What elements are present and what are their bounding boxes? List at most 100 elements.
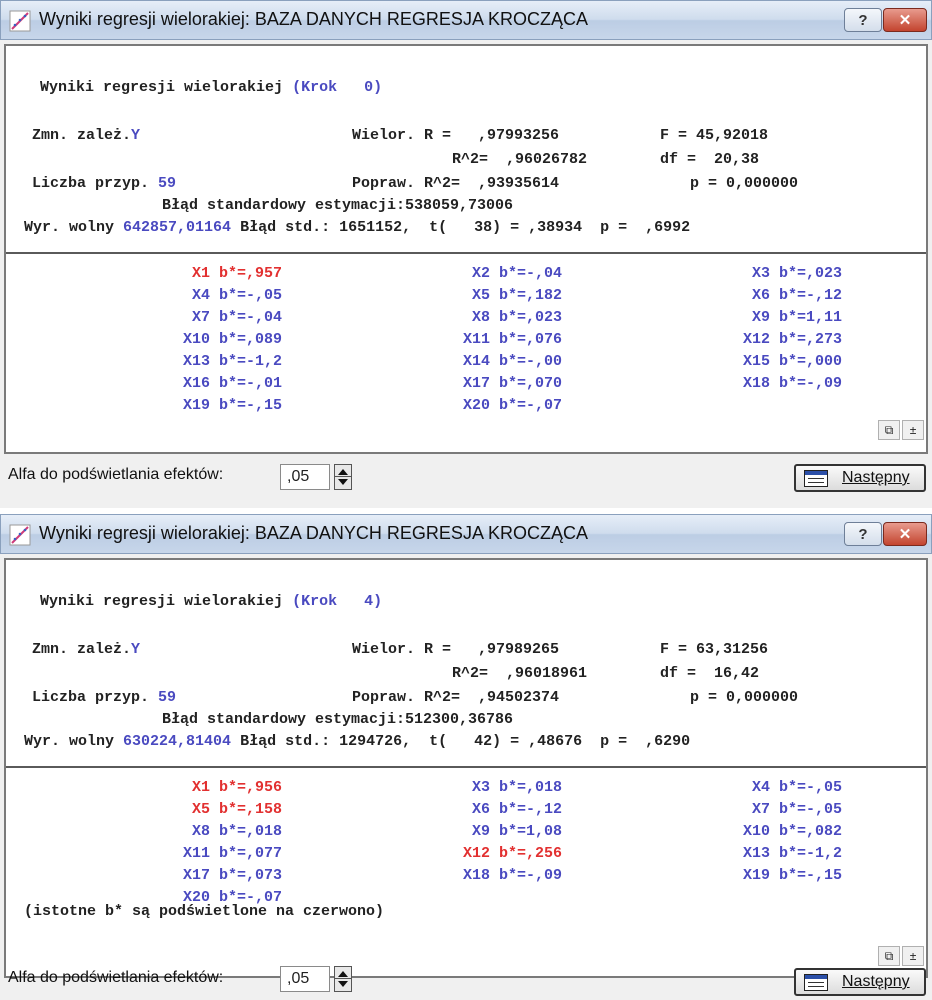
next-button[interactable]: Następny bbox=[794, 968, 926, 996]
alpha-label: Alfa do podświetlania efektów: bbox=[8, 466, 224, 483]
coefficient-x6: X6 b*=-,12 bbox=[751, 287, 842, 304]
chart-app-icon bbox=[9, 10, 31, 32]
spin-down-icon[interactable] bbox=[338, 981, 348, 987]
case-count: Liczba przyp. 59 bbox=[32, 174, 176, 194]
section-divider bbox=[6, 766, 926, 768]
close-button[interactable]: ✕ bbox=[883, 8, 927, 32]
next-button-label: Następny bbox=[842, 973, 910, 990]
expand-icon[interactable]: ± bbox=[902, 946, 924, 966]
alpha-spinner[interactable] bbox=[334, 464, 352, 490]
coefficient-x5: X5 b*=,182 bbox=[471, 287, 562, 304]
expand-icon[interactable]: ± bbox=[902, 420, 924, 440]
results-heading: Wyniki regresji wielorakiej (Krok 4) bbox=[40, 592, 382, 612]
spin-divider bbox=[335, 978, 351, 979]
coefficient-x3: X3 b*=,018 bbox=[471, 779, 562, 796]
coefficient-x18: X18 b*=-,09 bbox=[462, 867, 562, 884]
coefficient-x9: X9 b*=1,08 bbox=[471, 823, 562, 840]
intercept-row: Wyr. wolny 630224,81404 Błąd std.: 12947… bbox=[24, 732, 690, 752]
spin-up-icon[interactable] bbox=[338, 971, 348, 977]
coefficient-x20: X20 b*=-,07 bbox=[182, 889, 282, 906]
dependent-variable-label: Zmn. zależ. bbox=[32, 127, 132, 144]
heading-step: (Krok 4) bbox=[292, 593, 383, 610]
coefficient-x13: X13 b*=-1,2 bbox=[182, 353, 282, 370]
r-squared: R^2= ,96026782 bbox=[452, 151, 588, 168]
coefficient-x16: X16 b*=-,01 bbox=[182, 375, 282, 392]
coefficient-x13: X13 b*=-1,2 bbox=[742, 845, 842, 862]
dependent-variable: Zmn. zależ.Y bbox=[32, 640, 140, 660]
table-icon bbox=[804, 974, 828, 991]
r-squared: R^2= ,96018961 bbox=[452, 665, 588, 682]
coefficient-x18: X18 b*=-,09 bbox=[742, 375, 842, 392]
standard-error-of-estimate: Błąd standardowy estymacji:512300,36786 bbox=[162, 711, 514, 728]
coefficient-x11: X11 b*=,077 bbox=[182, 845, 282, 862]
adjusted-r-squared: Popraw. R^2= ,93935614 bbox=[352, 175, 560, 192]
coefficient-x10: X10 b*=,089 bbox=[182, 331, 282, 348]
heading-label: Wyniki regresji wielorakiej bbox=[40, 79, 284, 96]
case-count-label: Liczba przyp. bbox=[32, 689, 150, 706]
coefficient-x20: X20 b*=-,07 bbox=[462, 397, 562, 414]
intercept-row: Wyr. wolny 642857,01164 Błąd std.: 16511… bbox=[24, 218, 690, 238]
case-count-value: 59 bbox=[158, 175, 177, 192]
case-count-value: 59 bbox=[158, 689, 177, 706]
coefficient-x7: X7 b*=-,04 bbox=[191, 309, 282, 326]
alpha-spinner[interactable] bbox=[334, 966, 352, 992]
p-value: p = 0,000000 bbox=[690, 689, 799, 706]
coefficient-x9: X9 b*=1,11 bbox=[751, 309, 842, 326]
p-value: p = 0,000000 bbox=[690, 175, 799, 192]
next-button[interactable]: Następny bbox=[794, 464, 926, 492]
dependent-variable: Zmn. zależ.Y bbox=[32, 126, 140, 146]
copy-icon[interactable]: ⧉ bbox=[878, 420, 900, 440]
coefficient-x12: X12 b*=,256 bbox=[462, 845, 562, 862]
title-bar[interactable]: Wyniki regresji wielorakiej: BAZA DANYCH… bbox=[0, 0, 932, 40]
intercept-value: 642857,01164 bbox=[123, 219, 232, 236]
heading-step: (Krok 0) bbox=[292, 79, 383, 96]
coefficient-x8: X8 b*=,023 bbox=[471, 309, 562, 326]
intercept-stats: Błąd std.: 1294726, t( 42) = ,48676 p = … bbox=[240, 733, 691, 750]
alpha-input[interactable]: ,05 bbox=[280, 966, 330, 992]
results-panel: Wyniki regresji wielorakiej (Krok 0) Zmn… bbox=[4, 44, 928, 454]
case-count: Liczba przyp. 59 bbox=[32, 688, 176, 708]
coefficient-x3: X3 b*=,023 bbox=[751, 265, 842, 282]
degrees-of-freedom: df = 16,42 bbox=[660, 665, 760, 682]
multiple-r: Wielor. R = ,97989265 bbox=[352, 641, 560, 658]
intercept-label: Wyr. wolny bbox=[24, 733, 115, 750]
spin-divider bbox=[335, 476, 351, 477]
coefficient-x10: X10 b*=,082 bbox=[742, 823, 842, 840]
coefficient-x1: X1 b*=,956 bbox=[191, 779, 282, 796]
coefficient-x12: X12 b*=,273 bbox=[742, 331, 842, 348]
multiple-r: Wielor. R = ,97993256 bbox=[352, 127, 560, 144]
results-window-step-0: Wyniki regresji wielorakiej: BAZA DANYCH… bbox=[0, 0, 932, 508]
coefficient-x7: X7 b*=-,05 bbox=[751, 801, 842, 818]
close-button[interactable]: ✕ bbox=[883, 522, 927, 546]
intercept-label: Wyr. wolny bbox=[24, 219, 115, 236]
dependent-variable-label: Zmn. zależ. bbox=[32, 641, 132, 658]
coefficient-x17: X17 b*=,073 bbox=[182, 867, 282, 884]
coefficient-x19: X19 b*=-,15 bbox=[742, 867, 842, 884]
dependent-variable-value: Y bbox=[131, 641, 141, 658]
copy-icon[interactable]: ⧉ bbox=[878, 946, 900, 966]
title-bar[interactable]: Wyniki regresji wielorakiej: BAZA DANYCH… bbox=[0, 514, 932, 554]
f-statistic: F = 45,92018 bbox=[660, 127, 769, 144]
window-title: Wyniki regresji wielorakiej: BAZA DANYCH… bbox=[39, 9, 588, 29]
window-title: Wyniki regresji wielorakiej: BAZA DANYCH… bbox=[39, 523, 588, 543]
chart-app-icon bbox=[9, 524, 31, 546]
case-count-label: Liczba przyp. bbox=[32, 175, 150, 192]
standard-error-of-estimate: Błąd standardowy estymacji:538059,73006 bbox=[162, 197, 514, 214]
next-button-label: Następny bbox=[842, 469, 910, 486]
coefficient-x17: X17 b*=,070 bbox=[462, 375, 562, 392]
spin-down-icon[interactable] bbox=[338, 479, 348, 485]
heading-label: Wyniki regresji wielorakiej bbox=[40, 593, 284, 610]
coefficient-x4: X4 b*=-,05 bbox=[751, 779, 842, 796]
spin-up-icon[interactable] bbox=[338, 469, 348, 475]
help-button[interactable]: ? bbox=[844, 8, 882, 32]
intercept-value: 630224,81404 bbox=[123, 733, 232, 750]
alpha-input[interactable]: ,05 bbox=[280, 464, 330, 490]
help-button[interactable]: ? bbox=[844, 522, 882, 546]
table-icon bbox=[804, 470, 828, 487]
coefficient-x6: X6 b*=-,12 bbox=[471, 801, 562, 818]
coefficient-x8: X8 b*=,018 bbox=[191, 823, 282, 840]
results-window-step-4: Wyniki regresji wielorakiej: BAZA DANYCH… bbox=[0, 514, 932, 1000]
dependent-variable-value: Y bbox=[131, 127, 141, 144]
coefficient-x5: X5 b*=,158 bbox=[191, 801, 282, 818]
coefficient-x4: X4 b*=-,05 bbox=[191, 287, 282, 304]
